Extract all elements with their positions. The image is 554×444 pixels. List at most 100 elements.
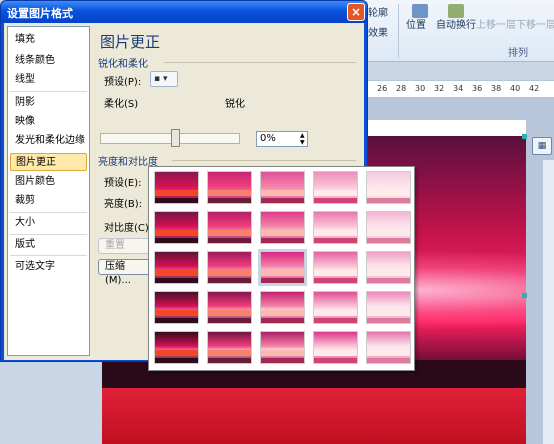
preset-thumbnail[interactable] xyxy=(366,331,411,364)
contrast-label: 对比度(C): xyxy=(104,223,153,234)
compress-button[interactable]: 压缩(M)... xyxy=(98,259,150,286)
sharpen-preset-dropdown[interactable]: ▪ ▾ xyxy=(150,71,178,87)
sharpen-label: 锐化 xyxy=(225,99,245,110)
position-button[interactable]: 位置 xyxy=(406,16,426,31)
preset-thumbnail[interactable] xyxy=(313,211,358,244)
preset-thumbnail[interactable] xyxy=(154,171,199,204)
thumbnail-water xyxy=(367,238,410,243)
preset-thumbnail[interactable] xyxy=(366,251,411,284)
dialog-title: 设置图片格式 xyxy=(7,7,73,20)
close-button[interactable]: × xyxy=(347,3,365,21)
nav-item-picture-corrections[interactable]: 图片更正 xyxy=(10,153,87,171)
preset-thumbnail[interactable] xyxy=(313,251,358,284)
preset-thumbnail[interactable] xyxy=(207,171,252,204)
category-list: 填充 线条颜色 线型 阴影 映像 发光和柔化边缘 图片更正 图片颜色 裁剪 大小… xyxy=(7,26,90,356)
section-divider xyxy=(172,160,356,161)
section-sharpen-soften: 锐化和柔化 xyxy=(98,59,148,70)
preset-thumbnail[interactable] xyxy=(154,251,199,284)
thumbnail-sun-glow xyxy=(155,310,198,316)
nav-item-layout[interactable]: 版式 xyxy=(10,236,87,254)
layout-options-icon[interactable]: ▦ xyxy=(532,137,552,155)
preset-thumbnail[interactable] xyxy=(258,249,307,286)
preset-thumbnail[interactable] xyxy=(366,211,411,244)
preset-thumbnail[interactable] xyxy=(260,171,305,204)
thumbnail-water xyxy=(155,358,198,363)
soften-label: 柔化(S) xyxy=(104,99,139,110)
thumbnail-sun-glow xyxy=(261,310,304,316)
thumbnail-water xyxy=(261,358,304,363)
nav-item-reflection[interactable]: 映像 xyxy=(10,113,87,131)
preset-thumbnail[interactable] xyxy=(313,331,358,364)
preset-thumbnail[interactable] xyxy=(207,251,252,284)
preset-thumbnail[interactable] xyxy=(154,291,199,324)
nav-item-fill[interactable]: 填充 xyxy=(10,31,87,49)
sharpness-slider-thumb[interactable] xyxy=(171,129,180,147)
vertical-scrollbar[interactable] xyxy=(543,160,554,444)
preset-thumbnail[interactable] xyxy=(313,291,358,324)
thumbnail-sun-glow xyxy=(155,230,198,236)
sharpness-slider[interactable] xyxy=(100,133,240,144)
wrap-text-button[interactable]: 自动换行 xyxy=(436,16,476,31)
preset-thumbnail[interactable] xyxy=(207,331,252,364)
thumbnail-sun-glow xyxy=(155,190,198,196)
arrange-group-label: 排列 xyxy=(508,48,528,59)
thumbnail-sun-glow xyxy=(208,230,251,236)
preset-thumbnail[interactable] xyxy=(207,211,252,244)
thumbnail-water xyxy=(314,198,357,203)
preset-thumbnail[interactable] xyxy=(154,211,199,244)
thumbnail-sun-glow xyxy=(155,270,198,276)
thumbnail-water xyxy=(367,318,410,323)
thumbnail-water xyxy=(367,358,410,363)
reset-button[interactable]: 重置 xyxy=(98,238,150,254)
thumbnail-water xyxy=(208,318,251,323)
ribbon-partial-effects[interactable]: 效果 xyxy=(368,24,388,39)
thumbnail-sun-glow xyxy=(314,230,357,236)
nav-item-line-style[interactable]: 线型 xyxy=(10,71,87,89)
nav-item-line-color[interactable]: 线条颜色 xyxy=(10,52,87,70)
panel-heading: 图片更正 xyxy=(100,33,161,51)
preset-thumbnail[interactable] xyxy=(260,331,305,364)
ruler-tick: 26 xyxy=(377,84,388,93)
resize-handle[interactable] xyxy=(522,293,527,298)
preset-thumbnail[interactable] xyxy=(366,291,411,324)
preset-thumbnail[interactable] xyxy=(366,171,411,204)
ruler-tick: 30 xyxy=(415,84,426,93)
brightness-label: 亮度(B): xyxy=(104,199,143,210)
thumbnail-sun-glow xyxy=(367,270,410,276)
horizontal-ruler[interactable]: 26 28 30 32 34 36 38 40 42 xyxy=(365,80,554,98)
bring-forward-button[interactable]: 上移一层 xyxy=(476,16,516,31)
preset-thumbnail[interactable] xyxy=(313,171,358,204)
nav-item-shadow[interactable]: 阴影 xyxy=(10,94,87,112)
spin-arrows-icon[interactable]: ▲ ▼ xyxy=(300,132,308,146)
preset-thumbnail[interactable] xyxy=(154,331,199,364)
ruler-tick: 32 xyxy=(434,84,445,93)
resize-handle[interactable] xyxy=(522,134,527,139)
dialog-titlebar[interactable]: 设置图片格式 × xyxy=(1,1,367,23)
nav-separator xyxy=(10,234,87,235)
thumbnail-water xyxy=(314,278,357,283)
preset-thumbnail[interactable] xyxy=(260,291,305,324)
nav-item-size[interactable]: 大小 xyxy=(10,214,87,232)
thumbnail-sun-glow xyxy=(208,350,251,356)
ribbon-partial-outline[interactable]: 轮廓 xyxy=(368,4,388,19)
thumbnail-water xyxy=(155,318,198,323)
thumbnail-sun-glow xyxy=(367,350,410,356)
preset-thumbnail[interactable] xyxy=(207,291,252,324)
nav-item-crop[interactable]: 裁剪 xyxy=(10,192,87,210)
thumbnail-sun-glow xyxy=(314,270,357,276)
thumbnail-sun-glow xyxy=(155,350,198,356)
thumbnail-water xyxy=(261,278,304,283)
nav-separator xyxy=(10,255,87,256)
ruler-tick: 36 xyxy=(472,84,483,93)
nav-separator xyxy=(10,212,87,213)
preset-thumbnail[interactable] xyxy=(260,211,305,244)
thumbnail-sun-glow xyxy=(314,350,357,356)
thumbnail-water xyxy=(314,358,357,363)
nav-item-picture-color[interactable]: 图片颜色 xyxy=(10,173,87,191)
nav-item-alt-text[interactable]: 可选文字 xyxy=(10,258,87,276)
thumbnail-water xyxy=(367,198,410,203)
send-backward-button[interactable]: 下移一层 xyxy=(516,16,554,31)
thumbnail-sun-glow xyxy=(261,230,304,236)
thumbnail-water xyxy=(367,278,410,283)
nav-item-glow[interactable]: 发光和柔化边缘 xyxy=(10,132,87,150)
